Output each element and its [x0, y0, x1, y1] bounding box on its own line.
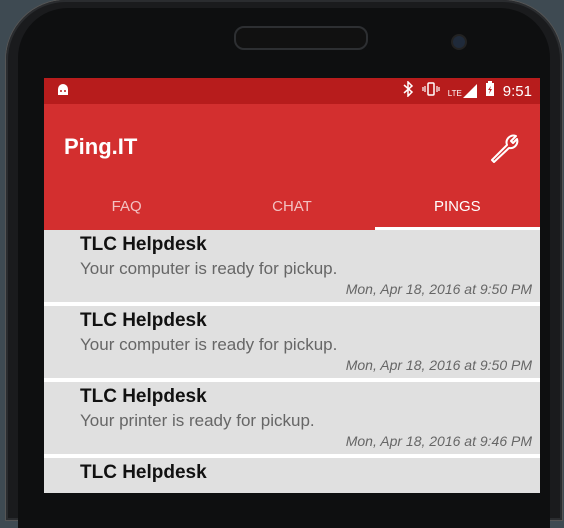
list-item[interactable]: TLC Helpdesk — [44, 458, 540, 493]
front-camera — [453, 36, 465, 48]
signal-icon: LTE — [448, 84, 477, 98]
ping-sender: TLC Helpdesk — [80, 386, 207, 407]
ping-timestamp: Mon, Apr 18, 2016 at 9:46 PM — [345, 433, 532, 449]
app-screen: LTE 9:51 Ping.IT FAQ CHAT PINGS TLC Help… — [44, 78, 540, 493]
tab-chat[interactable]: CHAT — [209, 182, 374, 230]
app-title: Ping.IT — [64, 134, 138, 159]
list-item[interactable]: TLC Helpdesk Your printer is ready for p… — [44, 382, 540, 454]
android-icon — [56, 83, 70, 100]
list-item[interactable]: TLC Helpdesk Your computer is ready for … — [44, 306, 540, 378]
clock: 9:51 — [502, 82, 532, 100]
list-item[interactable]: TLC Helpdesk Your computer is ready for … — [44, 230, 540, 302]
bluetooth-icon — [402, 80, 414, 101]
ping-message: Your computer is ready for pickup. — [80, 259, 338, 278]
tab-faq[interactable]: FAQ — [44, 182, 209, 230]
ping-sender: TLC Helpdesk — [80, 310, 207, 331]
ping-sender: TLC Helpdesk — [80, 234, 207, 255]
earpiece-speaker — [234, 26, 368, 50]
tab-bar: FAQ CHAT PINGS — [44, 182, 540, 230]
vibrate-icon — [422, 82, 440, 100]
ping-timestamp: Mon, Apr 18, 2016 at 9:50 PM — [345, 357, 532, 373]
ping-timestamp: Mon, Apr 18, 2016 at 9:50 PM — [345, 281, 532, 297]
ping-message: Your printer is ready for pickup. — [80, 411, 315, 430]
tab-pings[interactable]: PINGS — [374, 182, 540, 230]
battery-icon — [485, 81, 495, 101]
pings-list: TLC Helpdesk Your computer is ready for … — [44, 230, 540, 493]
wrench-icon[interactable] — [484, 128, 524, 168]
ping-message: Your computer is ready for pickup. — [80, 335, 338, 354]
status-bar: LTE 9:51 — [44, 78, 540, 104]
app-bar: Ping.IT FAQ CHAT PINGS — [44, 104, 540, 230]
ping-sender: TLC Helpdesk — [80, 462, 207, 483]
